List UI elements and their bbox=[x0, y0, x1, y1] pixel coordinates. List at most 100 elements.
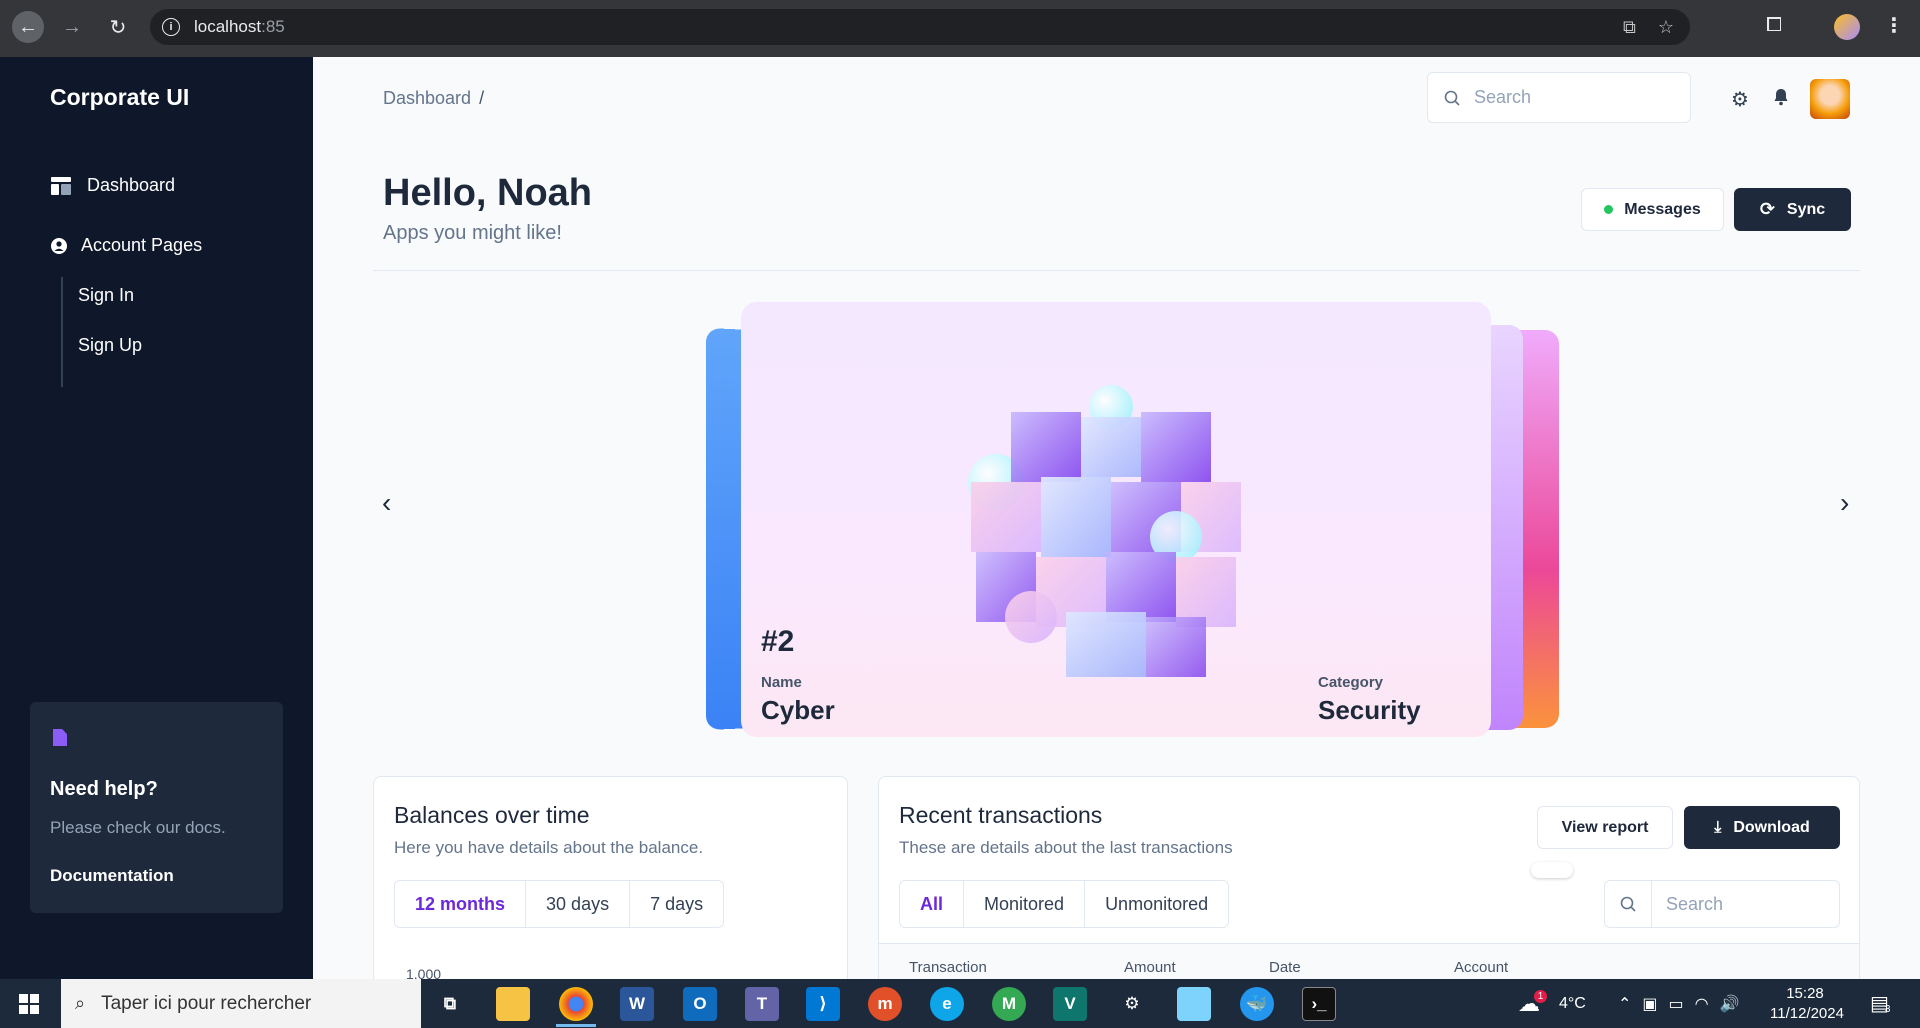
system-clock[interactable]: 15:28 11/12/2024 bbox=[1770, 984, 1844, 1024]
file-explorer-icon[interactable] bbox=[496, 987, 530, 1021]
weather-badge: 1 bbox=[1534, 990, 1547, 1003]
card-name-value: Cyber bbox=[761, 695, 835, 725]
temperature-text: 4°C bbox=[1559, 994, 1586, 1012]
balances-panel: Balances over time Here you have details… bbox=[373, 776, 848, 979]
word-icon[interactable]: W bbox=[620, 987, 654, 1021]
column-header-account[interactable]: Account bbox=[1454, 959, 1508, 976]
sidebar-item-sign-in[interactable]: Sign In bbox=[78, 285, 134, 306]
section-divider bbox=[373, 270, 1860, 271]
visual-studio-icon[interactable]: V bbox=[1053, 987, 1087, 1021]
filter-unmonitored[interactable]: Unmonitored bbox=[1085, 881, 1228, 927]
chevron-up-icon[interactable]: ⌃ bbox=[1618, 994, 1631, 1014]
search-icon bbox=[1620, 896, 1636, 912]
balances-range-toggle: 12 months 30 days 7 days bbox=[394, 880, 725, 928]
settings-gear-icon[interactable]: ⚙ bbox=[1115, 987, 1149, 1021]
transactions-panel: Recent transactions These are details ab… bbox=[878, 776, 1860, 979]
windows-taskbar: ⌕ Taper ici pour rechercher ⧉ W O T ⟩ m … bbox=[0, 979, 1920, 1028]
header-search-input[interactable]: Search bbox=[1427, 72, 1691, 123]
column-header-transaction[interactable]: Transaction bbox=[909, 959, 987, 976]
chart-y-tick: 1,000 bbox=[406, 966, 442, 979]
docker-icon[interactable]: 🐳 bbox=[1240, 987, 1274, 1021]
range-30-days[interactable]: 30 days bbox=[526, 881, 631, 927]
card-category-value: Security bbox=[1318, 695, 1421, 725]
messages-button[interactable]: Messages bbox=[1581, 188, 1724, 231]
address-bar[interactable]: i localhost:85 ⧉ ☆ bbox=[150, 9, 1690, 45]
brand-logo[interactable]: Corporate UI bbox=[50, 84, 189, 111]
download-button[interactable]: ⤓ Download bbox=[1684, 806, 1840, 849]
column-header-amount[interactable]: Amount bbox=[1124, 959, 1176, 976]
teams-icon[interactable]: T bbox=[745, 987, 779, 1021]
transactions-subtitle: These are details about the last transac… bbox=[899, 838, 1233, 857]
vscode-icon[interactable]: ⟩ bbox=[806, 987, 840, 1021]
browser-toolbar: ← → ↻ i localhost:85 ⧉ ☆ ⧠ ⋮ bbox=[0, 0, 1920, 57]
bookmark-star-icon[interactable]: ☆ bbox=[1658, 17, 1674, 38]
transactions-table-header: Transaction Amount Date Account bbox=[879, 943, 1859, 979]
sidebar-item-dashboard[interactable]: Dashboard bbox=[50, 175, 175, 196]
terminal-icon[interactable]: ›_ bbox=[1302, 987, 1336, 1021]
mastodon-app-icon[interactable]: m bbox=[868, 987, 902, 1021]
notes-app-icon[interactable] bbox=[1177, 987, 1211, 1021]
carousel-prev-arrow-icon[interactable]: ‹ bbox=[382, 487, 391, 519]
notification-center-icon[interactable]: ▤ 3 bbox=[1870, 979, 1890, 1028]
browser-menu-icon[interactable]: ⋮ bbox=[1884, 13, 1904, 38]
floating-toggle[interactable] bbox=[1531, 862, 1573, 878]
carousel-card-active[interactable]: #2 Name Cyber Category Security bbox=[741, 302, 1491, 737]
forward-button[interactable]: → bbox=[57, 12, 87, 42]
dashboard-icon bbox=[50, 176, 72, 196]
taskbar-search-input[interactable]: ⌕ Taper ici pour rechercher bbox=[61, 979, 421, 1028]
card-rank: #2 bbox=[761, 625, 795, 658]
chrome-icon[interactable] bbox=[559, 987, 593, 1021]
transactions-search-input[interactable]: Search bbox=[1604, 880, 1840, 928]
extensions-icon[interactable]: ⧠ bbox=[1766, 14, 1782, 37]
sidebar-item-label: Dashboard bbox=[87, 175, 176, 195]
search-icon: ⌕ bbox=[75, 993, 86, 1013]
search-icon bbox=[1444, 90, 1460, 106]
sidebar-item-account-pages[interactable]: Account Pages bbox=[50, 235, 202, 256]
site-info-icon[interactable]: i bbox=[162, 18, 180, 36]
sync-button[interactable]: ⟳ Sync bbox=[1734, 188, 1851, 231]
carousel-next-arrow-icon[interactable]: › bbox=[1840, 487, 1849, 519]
user-circle-icon bbox=[50, 236, 68, 256]
card-name-label: Name bbox=[761, 674, 802, 691]
help-card: Need help? Please check our docs. Docume… bbox=[30, 702, 283, 913]
task-view-icon[interactable]: ⧉ bbox=[433, 987, 467, 1021]
windows-start-icon[interactable] bbox=[19, 994, 39, 1014]
meet-now-icon[interactable]: ▣ bbox=[1642, 994, 1657, 1014]
notification-count: 3 bbox=[1884, 1004, 1891, 1015]
wifi-icon[interactable]: ◠ bbox=[1695, 994, 1709, 1014]
chrome-profile-icon[interactable]: M bbox=[992, 987, 1026, 1021]
active-app-indicator bbox=[556, 1024, 596, 1027]
sidebar: Corporate UI Dashboard Account Pages Sig… bbox=[0, 57, 313, 979]
range-7-days[interactable]: 7 days bbox=[630, 881, 723, 927]
account-submenu: Sign In Sign Up bbox=[61, 277, 261, 387]
filter-all[interactable]: All bbox=[900, 881, 965, 927]
settings-gear-icon[interactable]: ⚙ bbox=[1731, 87, 1749, 112]
breadcrumb-dashboard[interactable]: Dashboard bbox=[383, 88, 471, 108]
weather-widget[interactable]: ☁ 1 4°C bbox=[1518, 979, 1586, 1028]
outlook-icon[interactable]: O bbox=[683, 987, 717, 1021]
view-report-button[interactable]: View report bbox=[1537, 806, 1673, 849]
sidebar-item-sign-up[interactable]: Sign Up bbox=[78, 335, 142, 356]
column-header-date[interactable]: Date bbox=[1269, 959, 1301, 976]
document-icon bbox=[53, 729, 67, 746]
user-avatar[interactable] bbox=[1810, 79, 1850, 119]
greeting-subtitle: Apps you might like! bbox=[383, 222, 562, 244]
help-title: Need help? bbox=[50, 778, 158, 800]
notification-bell-icon[interactable] bbox=[1771, 87, 1791, 107]
filter-monitored[interactable]: Monitored bbox=[964, 881, 1086, 927]
volume-icon[interactable]: 🔊 bbox=[1720, 994, 1740, 1014]
balances-title: Balances over time bbox=[394, 802, 590, 828]
translate-icon[interactable]: ⧉ bbox=[1623, 17, 1636, 38]
reload-button[interactable]: ↻ bbox=[103, 12, 133, 42]
edge-icon[interactable]: e bbox=[930, 987, 964, 1021]
greeting-title: Hello, Noah bbox=[383, 172, 593, 214]
documentation-link[interactable]: Documentation bbox=[50, 866, 174, 886]
range-12-months[interactable]: 12 months bbox=[395, 881, 527, 927]
url-text: localhost:85 bbox=[194, 17, 285, 36]
breadcrumb: Dashboard / bbox=[383, 88, 485, 108]
system-tray: ⌃ ▣ ▭ ◠ 🔊 bbox=[1618, 979, 1740, 1028]
battery-icon[interactable]: ▭ bbox=[1669, 994, 1684, 1014]
sync-icon: ⟳ bbox=[1759, 199, 1775, 219]
profile-avatar[interactable] bbox=[1834, 14, 1860, 40]
back-button[interactable]: ← bbox=[12, 11, 44, 43]
